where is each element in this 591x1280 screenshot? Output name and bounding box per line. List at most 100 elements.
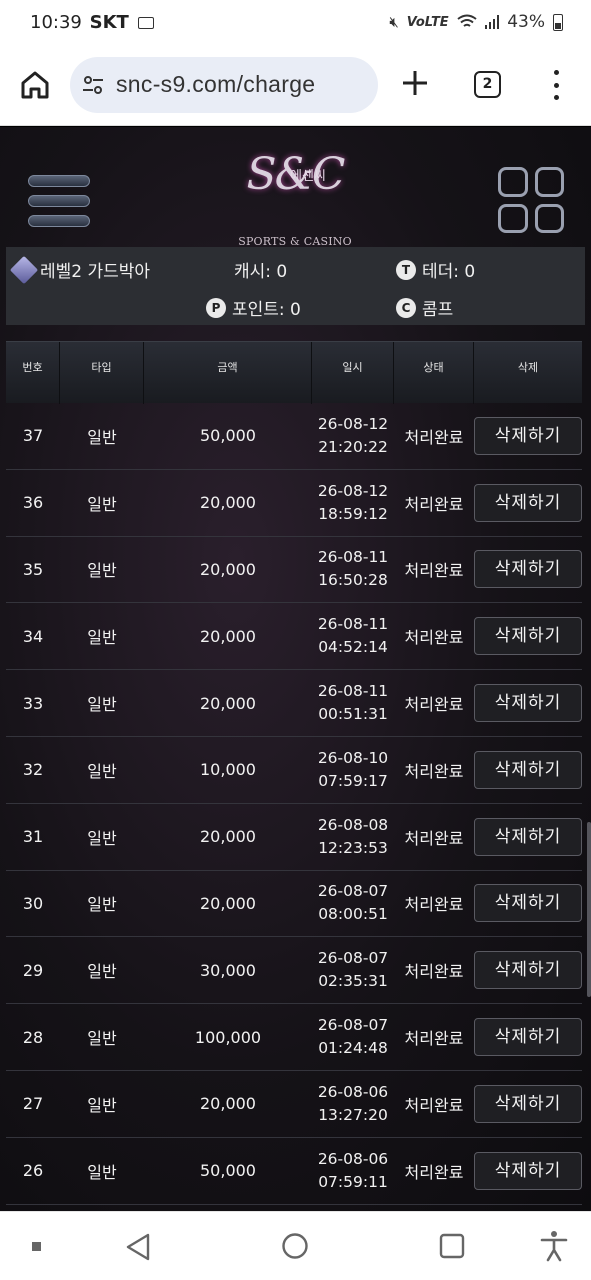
cell-delete: 삭제하기 — [474, 951, 582, 990]
page-content: S&C 에센씨 SPORTS & CASINO 레벨2 가드박아 캐시: 0 T… — [0, 127, 591, 1211]
cell-delete: 삭제하기 — [474, 550, 582, 589]
cell-amount: 100,000 — [194, 1027, 262, 1047]
points-icon: P — [206, 297, 226, 318]
cell-delete: 삭제하기 — [474, 1018, 582, 1057]
header-no: 번호 — [6, 342, 60, 404]
cell-no: 28 — [22, 1027, 44, 1047]
page-scrollbar[interactable] — [587, 822, 591, 997]
signal-icon — [484, 15, 500, 29]
cell-amount: 20,000 — [200, 693, 256, 713]
delete-button[interactable]: 삭제하기 — [474, 483, 582, 522]
table-row: 27 일반 20,000 26-08-06 13:27:20 처리완료 삭제하기 — [6, 1071, 582, 1138]
table-row: 34 일반 20,000 26-08-11 04:52:14 처리완료 삭제하기 — [6, 603, 582, 671]
mute-icon: 🔇︎ — [389, 13, 399, 31]
cell-datetime: 26-08-10 07:59:17 — [317, 748, 389, 790]
cell-datetime: 26-08-12 18:59:12 — [317, 481, 389, 523]
battery-percent: 43% — [507, 12, 545, 32]
cell-no: 29 — [22, 960, 44, 980]
charge-history-table: 37 일반 50,000 26-08-12 21:20:22 처리완료 삭제하기 … — [6, 403, 582, 1205]
delete-button[interactable]: 삭제하기 — [474, 1018, 582, 1057]
status-time: 10:39 SKT — [30, 12, 154, 33]
cell-amount: 20,000 — [200, 559, 256, 579]
mail-notification-icon — [137, 17, 154, 29]
delete-button[interactable]: 삭제하기 — [474, 1151, 582, 1190]
cell-amount: 20,000 — [200, 493, 256, 513]
cell-no: 35 — [22, 559, 44, 579]
cell-type: 일반 — [87, 895, 117, 915]
site-logo[interactable]: S&C 에센씨 SPORTS & CASINO — [230, 139, 360, 248]
table-header: 번호 타입 금액 일시 상태 삭제 — [6, 341, 582, 404]
cell-no: 26 — [22, 1161, 44, 1181]
grid-menu-icon[interactable] — [498, 167, 564, 233]
delete-button[interactable]: 삭제하기 — [474, 617, 582, 656]
table-row: 32 일반 10,000 26-08-10 07:59:17 처리완료 삭제하기 — [6, 737, 582, 804]
status-bar: 10:39 SKT 🔇︎ VoLTE 43% — [0, 0, 591, 46]
accessibility-icon[interactable] — [540, 1230, 568, 1262]
table-row: 33 일반 20,000 26-08-11 00:51:31 처리완료 삭제하기 — [6, 670, 582, 737]
cell-status: 처리완료 — [404, 1095, 464, 1115]
delete-button[interactable]: 삭제하기 — [474, 1084, 582, 1123]
cell-delete: 삭제하기 — [474, 483, 582, 522]
table-row: 30 일반 20,000 26-08-07 08:00:51 처리완료 삭제하기 — [6, 871, 582, 938]
home-icon[interactable] — [18, 68, 52, 102]
table-row: 31 일반 20,000 26-08-08 12:23:53 처리완료 삭제하기 — [6, 804, 582, 871]
cell-status: 처리완료 — [404, 494, 464, 514]
cell-status: 처리완료 — [404, 427, 464, 447]
cell-amount: 50,000 — [200, 426, 256, 446]
more-vert-icon[interactable] — [552, 70, 560, 100]
cell-status: 처리완료 — [404, 628, 464, 648]
cell-delete: 삭제하기 — [474, 1151, 582, 1190]
cell-datetime: 26-08-11 04:52:14 — [317, 615, 389, 657]
cell-datetime: 26-08-11 00:51:31 — [317, 682, 389, 724]
delete-button[interactable]: 삭제하기 — [474, 884, 582, 923]
cell-datetime: 26-08-06 07:59:11 — [317, 1149, 389, 1191]
address-bar[interactable]: snc-s9.com/charge — [70, 57, 378, 113]
comp-icon: C — [396, 297, 416, 318]
hamburger-menu-icon[interactable] — [28, 175, 90, 227]
cell-type: 일반 — [87, 828, 117, 848]
delete-button[interactable]: 삭제하기 — [474, 416, 582, 455]
cell-type: 일반 — [87, 1029, 117, 1049]
user-info-bar: 레벨2 가드박아 캐시: 0 T 테더: 0 P 포인트: 0 C 콤프 — [6, 247, 585, 325]
tabs-icon[interactable]: 2 — [474, 71, 501, 98]
delete-button[interactable]: 삭제하기 — [474, 684, 582, 723]
header-type: 타입 — [60, 342, 144, 404]
table-row: 26 일반 50,000 26-08-06 07:59:11 처리완료 삭제하기 — [6, 1138, 582, 1205]
cell-no: 34 — [22, 626, 44, 646]
tether-balance: T 테더: 0 — [396, 257, 475, 282]
cell-amount: 50,000 — [200, 1161, 256, 1181]
system-nav-bar — [0, 1211, 591, 1280]
back-icon[interactable] — [124, 1232, 152, 1262]
logo-korean: 에센씨 — [290, 169, 326, 184]
cell-no: 27 — [22, 1094, 44, 1114]
cell-type: 일반 — [87, 695, 117, 715]
cell-delete: 삭제하기 — [474, 1084, 582, 1123]
home-circle-icon[interactable] — [281, 1232, 309, 1260]
delete-button[interactable]: 삭제하기 — [474, 951, 582, 990]
table-row: 37 일반 50,000 26-08-12 21:20:22 처리완료 삭제하기 — [6, 403, 582, 470]
delete-button[interactable]: 삭제하기 — [474, 750, 582, 789]
cell-status: 처리완료 — [404, 895, 464, 915]
plus-icon[interactable] — [400, 68, 430, 98]
cell-status: 처리완료 — [404, 962, 464, 982]
tether-icon: T — [396, 259, 416, 280]
cell-no: 33 — [22, 693, 44, 713]
tune-icon[interactable] — [82, 74, 104, 96]
cell-type: 일반 — [87, 1162, 117, 1182]
cell-delete: 삭제하기 — [474, 884, 582, 923]
cell-status: 처리완료 — [404, 761, 464, 781]
keyboard-toggle-icon[interactable] — [32, 1242, 41, 1251]
delete-button[interactable]: 삭제하기 — [474, 550, 582, 589]
cell-datetime: 26-08-11 16:50:28 — [317, 548, 389, 590]
cell-datetime: 26-08-07 01:24:48 — [317, 1016, 389, 1058]
cell-amount: 10,000 — [200, 760, 256, 780]
comp-link[interactable]: C 콤프 — [396, 295, 453, 320]
cell-amount: 20,000 — [200, 626, 256, 646]
recents-icon[interactable] — [439, 1233, 465, 1259]
cell-delete: 삭제하기 — [474, 617, 582, 656]
header-amount: 금액 — [144, 342, 312, 404]
cell-delete: 삭제하기 — [474, 416, 582, 455]
cell-no: 36 — [22, 493, 44, 513]
header-delete: 삭제 — [517, 361, 539, 374]
delete-button[interactable]: 삭제하기 — [474, 817, 582, 856]
